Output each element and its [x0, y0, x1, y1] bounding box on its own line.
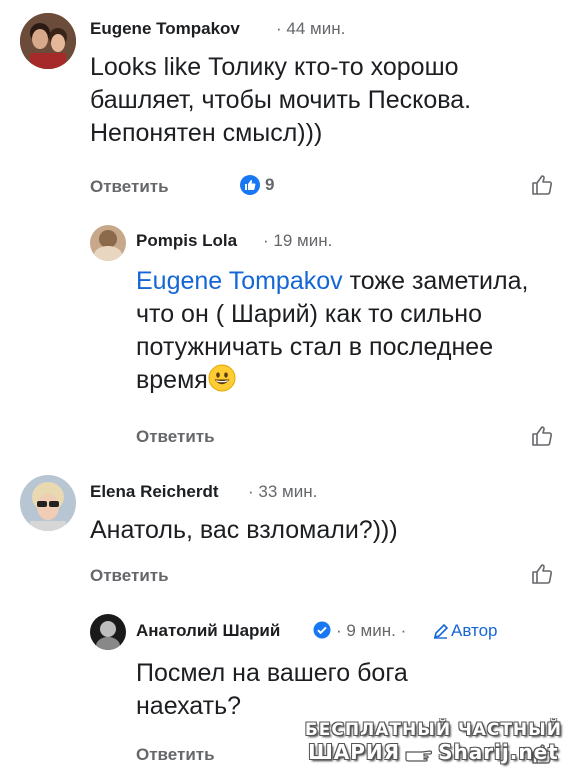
comment-text: Анатоль, вас взломали?))) — [90, 516, 398, 544]
reply-button[interactable]: Ответить — [90, 177, 169, 197]
reply-button[interactable]: Ответить — [136, 745, 215, 765]
author-name[interactable]: Анатолий Шарий — [136, 621, 280, 641]
comment-text: Посмел на вашего бога наехать? — [136, 659, 408, 720]
avatar[interactable] — [90, 225, 126, 261]
author-tag: Автор — [433, 621, 498, 641]
mention-link[interactable]: Eugene Tompakov — [136, 267, 343, 295]
comment-text: Eugene Tompakov тоже заметила, что он ( … — [136, 265, 556, 397]
reply-button[interactable]: Ответить — [136, 427, 215, 447]
thumbs-up-icon — [240, 175, 260, 195]
author-name[interactable]: Elena Reicherdt — [90, 482, 219, 502]
watermark-line2: ШАРИЯ Sharij.net — [305, 740, 562, 764]
author-name[interactable]: Eugene Tompakov — [90, 19, 240, 39]
reply-button[interactable]: Ответить — [90, 566, 169, 586]
avatar[interactable] — [20, 13, 76, 69]
watermark: БЕСПЛАТНЫЙ ЧАСТНЫЙ ШАРИЯ Sharij.net — [305, 720, 562, 764]
reaction-number: 9 — [265, 175, 275, 194]
comment-time[interactable]: · 44 мин. — [276, 19, 345, 39]
watermark-word: ШАРИЯ — [308, 740, 401, 764]
author-tag-label: Автор — [451, 621, 498, 640]
author-name[interactable]: Pompis Lola — [136, 231, 237, 251]
grinning-face-icon — [208, 364, 236, 392]
like-icon[interactable] — [530, 173, 554, 197]
comment-time[interactable]: · 19 мин. — [263, 231, 332, 251]
comment-text: Looks like Толику кто-то хорошо башляет,… — [90, 53, 472, 147]
watermark-line1: БЕСПЛАТНЫЙ ЧАСТНЫЙ — [304, 720, 562, 740]
comment-time[interactable]: · 9 мин. · — [336, 621, 406, 641]
watermark-site: Sharij.net — [438, 740, 559, 764]
avatar[interactable] — [90, 614, 126, 650]
reaction-count[interactable]: 9 — [240, 175, 274, 195]
pointing-hand-icon — [404, 744, 434, 762]
like-icon[interactable] — [530, 424, 554, 448]
like-icon[interactable] — [530, 562, 554, 586]
comment-time[interactable]: · 33 мин. — [248, 482, 317, 502]
avatar[interactable] — [20, 475, 76, 531]
verified-badge-icon — [313, 621, 331, 639]
pencil-icon — [433, 623, 449, 639]
